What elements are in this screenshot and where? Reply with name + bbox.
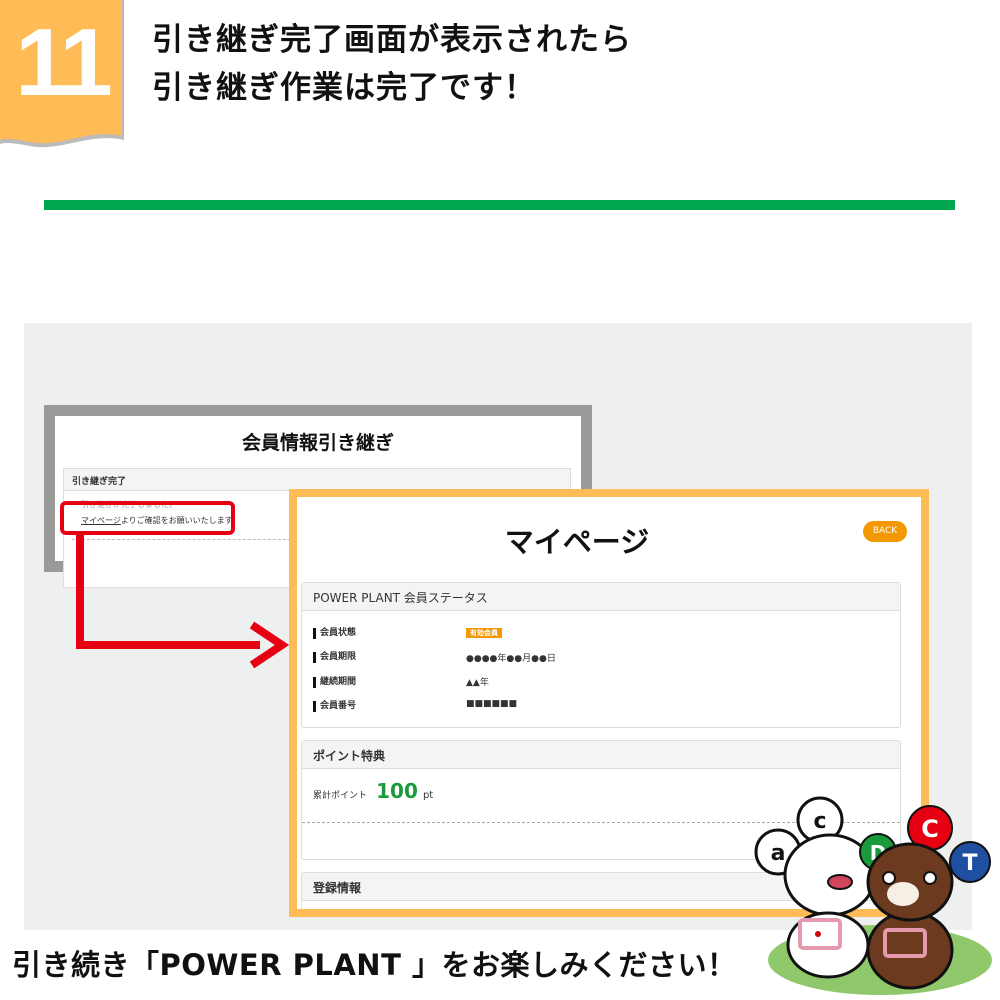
closing-message: 引き続き「POWER PLANT 」をお楽しみください！ bbox=[12, 948, 737, 982]
back-button[interactable]: BACK bbox=[863, 521, 907, 542]
row-label: 会員状態 bbox=[313, 628, 356, 639]
step-number: 11 bbox=[15, 9, 112, 116]
row-label: 継続期間 bbox=[313, 677, 356, 688]
transfer-title: 会員情報引き継ぎ bbox=[241, 432, 394, 454]
points-label: 累計ポイント bbox=[313, 791, 368, 801]
mascot-illustration: c a D C T bbox=[754, 796, 992, 995]
status-badge: 有効会員 bbox=[466, 628, 502, 638]
transfer-card-title: 引き継ぎ完了 bbox=[64, 469, 570, 491]
row-label: 会員期限 bbox=[313, 652, 356, 663]
status-card-title: POWER PLANT 会員ステータス bbox=[302, 583, 900, 611]
headline-line-1: 引き継ぎ完了画面が表示されたら bbox=[152, 22, 632, 58]
svg-text:T: T bbox=[962, 851, 977, 876]
arrow-icon bbox=[76, 535, 290, 669]
row-value: ●●●●年●●月●●日 bbox=[466, 654, 556, 664]
svg-text:c: c bbox=[813, 809, 826, 834]
points-row: 累計ポイント 100 pt bbox=[313, 779, 433, 803]
row-label: 会員番号 bbox=[313, 701, 356, 712]
points-unit: pt bbox=[422, 790, 434, 801]
status-card: POWER PLANT 会員ステータス 会員状態 有効会員 会員期限 ●●●●年… bbox=[301, 582, 901, 728]
points-value: 100 bbox=[376, 779, 418, 803]
row-value: ▲▲年 bbox=[466, 678, 489, 688]
mypage-title: マイページ bbox=[504, 525, 650, 559]
svg-text:C: C bbox=[921, 815, 939, 843]
svg-text:a: a bbox=[771, 841, 786, 866]
divider bbox=[44, 200, 955, 210]
row-value: ■■■■■■ bbox=[466, 699, 518, 709]
headline-line-2: 引き継ぎ作業は完了です！ bbox=[152, 70, 536, 106]
points-card-title: ポイント特典 bbox=[302, 741, 900, 769]
